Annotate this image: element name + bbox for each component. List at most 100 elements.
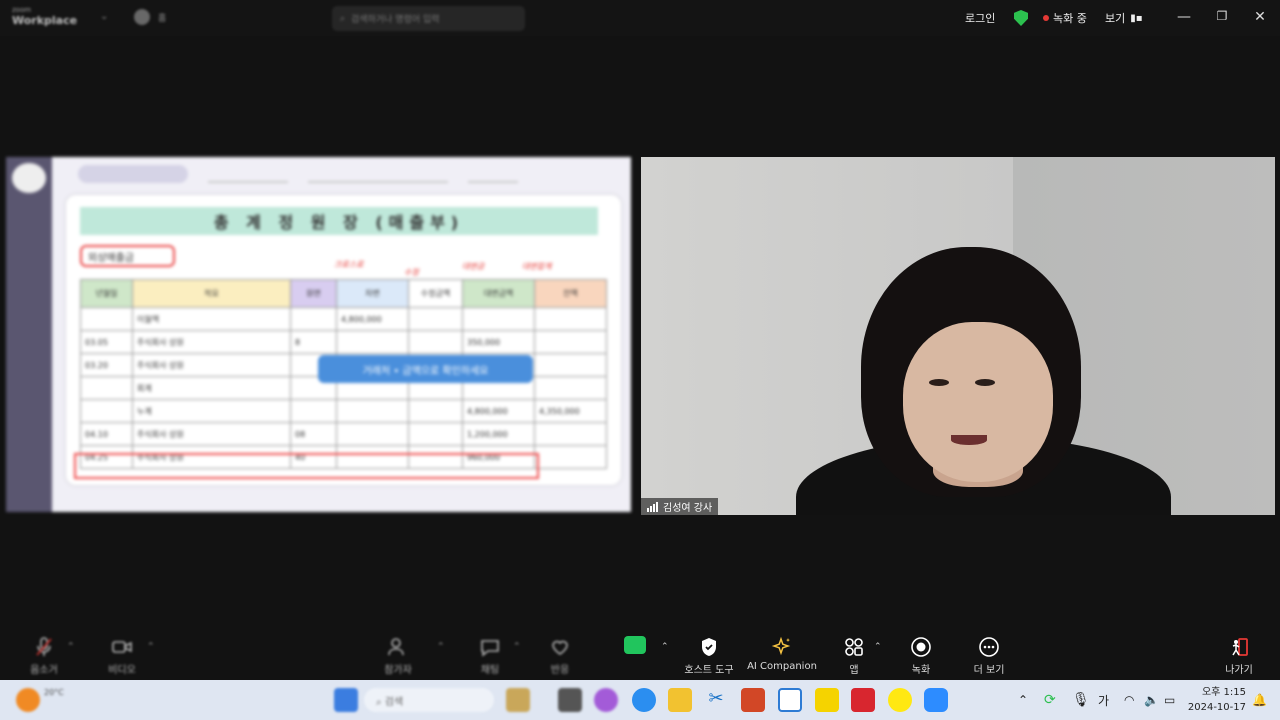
login-label: 로그인 bbox=[965, 12, 996, 25]
mute-label: 음소거 bbox=[30, 665, 58, 676]
workspace-chevron-icon[interactable]: ⌄ bbox=[100, 11, 108, 22]
share-screen-button[interactable] bbox=[624, 636, 646, 657]
video-options-chevron-icon[interactable]: ⌃ bbox=[147, 642, 155, 652]
recording-indicator[interactable]: 녹화 중 bbox=[1043, 0, 1087, 36]
taskbar-blurred-region: 20°C ⌕ 검색 bbox=[0, 680, 640, 720]
table-cell: 350,000 bbox=[462, 330, 535, 354]
column-header: 원면 bbox=[290, 279, 337, 308]
meeting-controls: 음소거 ⌃ 비디오 ⌃ 참가자 ⌃ 채팅 ⌃ 반응 ⌃ 호스트 도구 AI Co… bbox=[0, 632, 1280, 680]
system-clock[interactable]: 오후 1:15 2024-10-17 bbox=[1186, 685, 1246, 715]
table-cell: 04.10 bbox=[80, 422, 133, 446]
copilot-icon[interactable] bbox=[594, 688, 618, 712]
apps-button[interactable]: 앱 bbox=[840, 636, 868, 676]
participant-video[interactable]: 김성여 강사 bbox=[641, 157, 1275, 515]
ledger-sheet: 총 계 정 원 장 (매출부) 외상매출금 크로스로 수정 대변금 대변합계 년… bbox=[66, 195, 621, 485]
file-explorer-icon[interactable] bbox=[668, 688, 692, 712]
video-button[interactable]: 비디오 bbox=[100, 636, 144, 676]
notification-bell-icon[interactable]: 🔔 bbox=[1252, 680, 1267, 720]
person-eye bbox=[975, 379, 995, 386]
volume-icon[interactable]: 🔈 bbox=[1144, 680, 1159, 720]
share-options-chevron-icon[interactable]: ⌃ bbox=[661, 642, 669, 652]
kakaotalk-icon[interactable] bbox=[888, 688, 912, 712]
taskbar-app-icon[interactable] bbox=[558, 688, 582, 712]
shared-screen: 총 계 정 원 장 (매출부) 외상매출금 크로스로 수정 대변금 대변합계 년… bbox=[6, 157, 631, 512]
start-icon[interactable] bbox=[334, 688, 358, 712]
battery-icon[interactable]: ▭ bbox=[1164, 680, 1175, 720]
snipping-tool-icon[interactable]: ✂ bbox=[704, 688, 728, 712]
table-cell: 4,800,000 bbox=[462, 399, 535, 423]
reactions-button[interactable]: 반응 bbox=[538, 636, 582, 676]
host-tools-button[interactable]: 호스트 도구 bbox=[680, 636, 738, 676]
clock-date: 2024-10-17 bbox=[1187, 702, 1246, 713]
security-shield-icon[interactable] bbox=[1014, 0, 1028, 36]
table-cell bbox=[336, 399, 409, 423]
leave-button[interactable]: 나가기 bbox=[1220, 636, 1258, 676]
table-row: 이월액 4,800,000 bbox=[80, 307, 607, 331]
table-cell: 주식회사 상원 bbox=[132, 330, 291, 354]
ai-companion-button[interactable]: AI Companion bbox=[746, 636, 818, 672]
presentation-sidebar bbox=[6, 157, 52, 512]
minimize-button[interactable]: — bbox=[1174, 9, 1194, 25]
annotation: 크로스로 bbox=[334, 260, 364, 269]
table-cell: 주식회사 상원 bbox=[132, 422, 291, 446]
table-cell bbox=[462, 307, 535, 331]
record-button[interactable]: 녹화 bbox=[904, 636, 938, 676]
weather-icon[interactable] bbox=[16, 688, 40, 712]
view-menu-button[interactable]: 보기 ▮▪ bbox=[1105, 0, 1143, 36]
person-face bbox=[903, 322, 1053, 482]
sticky-notes-icon[interactable] bbox=[815, 688, 839, 712]
table-cell bbox=[80, 307, 133, 331]
restore-button[interactable]: ❐ bbox=[1212, 9, 1232, 23]
signal-bars-icon bbox=[647, 501, 658, 512]
table-row: 03.05 주식회사 상원 8 350,000 bbox=[80, 330, 607, 354]
sync-icon[interactable]: ⟳ bbox=[1044, 680, 1056, 720]
microphone-tray-icon[interactable]: 🎙 bbox=[1072, 680, 1090, 720]
table-cell bbox=[408, 422, 463, 446]
column-header: 수정금액 bbox=[408, 279, 463, 308]
recording-label: 녹화 중 bbox=[1053, 12, 1087, 25]
edge-browser-icon[interactable] bbox=[632, 688, 656, 712]
table-cell bbox=[80, 376, 133, 400]
annotation: 대변합계 bbox=[522, 262, 552, 271]
chat-button[interactable]: 채팅 bbox=[468, 636, 512, 676]
shield-icon bbox=[698, 636, 720, 658]
table-cell bbox=[290, 307, 337, 331]
mute-options-chevron-icon[interactable]: ⌃ bbox=[67, 642, 75, 652]
news-widget-icon[interactable] bbox=[506, 688, 530, 712]
zoom-app-icon[interactable] bbox=[924, 688, 948, 712]
table-cell bbox=[534, 376, 607, 400]
table-cell bbox=[336, 330, 409, 354]
sesp-app-icon[interactable] bbox=[851, 688, 875, 712]
hancom-icon[interactable] bbox=[778, 688, 802, 712]
table-cell bbox=[80, 399, 133, 423]
video-label: 비디오 bbox=[108, 665, 136, 676]
camera-icon bbox=[111, 636, 133, 658]
apps-options-chevron-icon[interactable]: ⌃ bbox=[874, 642, 882, 652]
column-header: 적요 bbox=[132, 279, 291, 308]
taskbar-search-placeholder: 검색 bbox=[384, 697, 404, 708]
presentation-tab bbox=[208, 165, 288, 183]
powerpoint-icon[interactable] bbox=[741, 688, 765, 712]
mute-button[interactable]: 음소거 bbox=[22, 636, 66, 676]
wifi-icon[interactable]: ◠ bbox=[1124, 680, 1134, 720]
zoom-workplace-logo: zoom Workplace bbox=[12, 6, 82, 32]
search-icon: ⌕ bbox=[340, 13, 346, 24]
presentation-tab bbox=[78, 165, 188, 183]
ime-indicator[interactable]: 가 bbox=[1098, 680, 1109, 720]
chat-icon bbox=[479, 636, 501, 658]
profile-menu[interactable]: 홈 bbox=[134, 9, 166, 25]
more-label: 더 보기 bbox=[973, 665, 1005, 676]
login-button[interactable]: 로그인 bbox=[965, 0, 995, 36]
more-button[interactable]: 더 보기 bbox=[968, 636, 1010, 676]
show-hidden-icons-chevron-icon[interactable]: ⌃ bbox=[1018, 680, 1028, 720]
table-row: 누계 4,800,000 4,350,000 bbox=[80, 399, 607, 423]
participants-button[interactable]: 참가자 bbox=[376, 636, 420, 676]
close-button[interactable]: ✕ bbox=[1250, 9, 1270, 25]
table-cell bbox=[534, 353, 607, 377]
table-cell: 주식회사 상원 bbox=[132, 353, 291, 377]
participants-options-chevron-icon[interactable]: ⌃ bbox=[437, 642, 445, 652]
chat-options-chevron-icon[interactable]: ⌃ bbox=[513, 642, 521, 652]
table-cell bbox=[534, 330, 607, 354]
search-bar[interactable]: ⌕ 검색하거나 명령어 입력 bbox=[332, 6, 525, 31]
taskbar-search[interactable]: ⌕ 검색 bbox=[364, 688, 494, 712]
